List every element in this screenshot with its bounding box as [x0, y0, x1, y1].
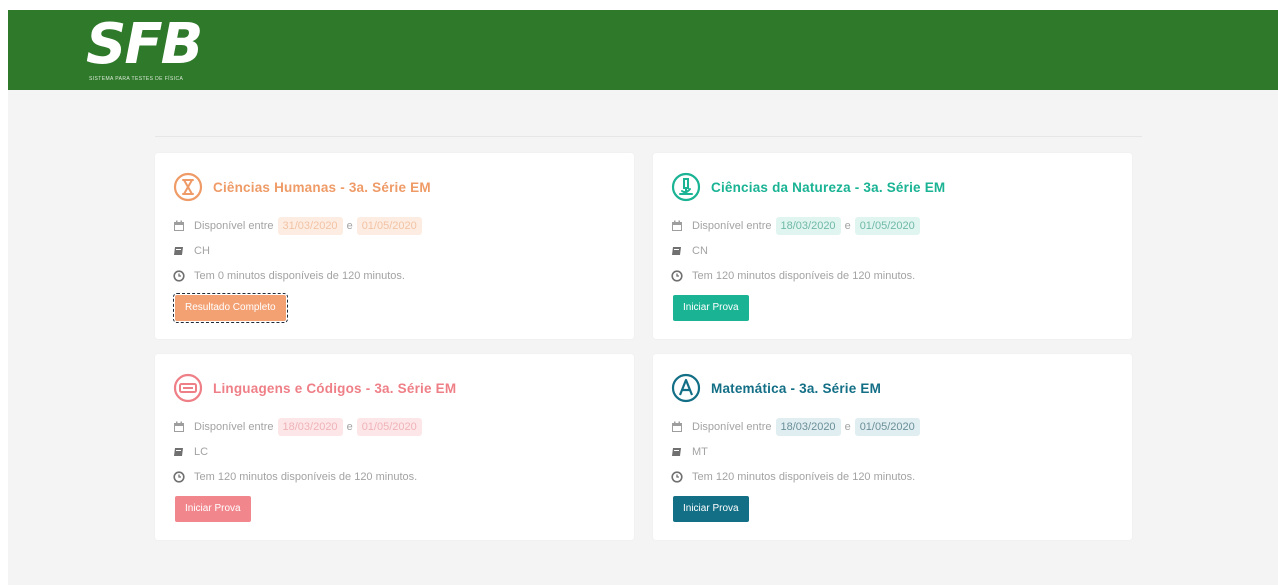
main-content: Ciências Humanas - 3a. Série EM Disponív…	[8, 90, 1278, 585]
start-exam-button[interactable]: Iniciar Prova	[175, 496, 251, 522]
card-header: Ciências Humanas - 3a. Série EM	[173, 171, 431, 203]
logo-tagline: SISTEMA PARA TESTES DE FÍSICA	[89, 76, 184, 82]
divider	[155, 136, 1142, 137]
date-connector: e	[346, 220, 353, 232]
card-title: Matemática - 3a. Série EM	[711, 380, 882, 396]
area-row: CH	[173, 241, 210, 261]
availability-label: Disponível entre	[194, 220, 274, 232]
start-exam-button[interactable]: Iniciar Prova	[673, 496, 749, 522]
card-title: Ciências da Natureza - 3a. Série EM	[711, 179, 946, 195]
time-remaining: Tem 120 minutos disponíveis de 120 minut…	[692, 471, 916, 483]
exam-card-linguagens-codigos: Linguagens e Códigos - 3a. Série EM Disp…	[155, 354, 634, 540]
clock-icon	[671, 270, 683, 282]
availability-label: Disponível entre	[692, 421, 772, 433]
start-date: 18/03/2020	[775, 217, 841, 235]
exam-card-matematica: Matemática - 3a. Série EM Disponível ent…	[653, 354, 1132, 540]
microscope-icon	[671, 172, 701, 202]
time-remaining: Tem 120 minutos disponíveis de 120 minut…	[194, 471, 418, 483]
keyboard-icon	[173, 373, 203, 403]
book-icon	[672, 247, 681, 255]
availability-row: Disponível entre 31/03/2020 e 01/05/2020	[173, 216, 426, 236]
end-date: 01/05/2020	[356, 418, 422, 436]
top-header-bar: SFB SISTEMA PARA TESTES DE FÍSICA	[8, 10, 1278, 90]
time-remaining: Tem 120 minutos disponíveis de 120 minut…	[692, 270, 916, 282]
card-header: Linguagens e Códigos - 3a. Série EM	[173, 372, 456, 404]
calendar-icon	[672, 220, 682, 231]
availability-row: Disponível entre 18/03/2020 e 01/05/2020	[671, 417, 924, 437]
area-code: CH	[194, 245, 210, 257]
card-header: Matemática - 3a. Série EM	[671, 372, 881, 404]
start-date: 31/03/2020	[277, 217, 343, 235]
area-row: CN	[671, 241, 708, 261]
book-icon	[672, 448, 681, 456]
time-remaining: Tem 0 minutos disponíveis de 120 minutos…	[194, 270, 405, 282]
exam-card-ciencias-natureza: Ciências da Natureza - 3a. Série EM Disp…	[653, 153, 1132, 339]
end-date: 01/05/2020	[356, 217, 422, 235]
hourglass-icon	[173, 172, 203, 202]
area-code: CN	[692, 245, 708, 257]
availability-label: Disponível entre	[194, 421, 274, 433]
logo[interactable]: SFB SISTEMA PARA TESTES DE FÍSICA	[86, 12, 246, 86]
calendar-icon	[174, 421, 184, 432]
availability-label: Disponível entre	[692, 220, 772, 232]
date-connector: e	[346, 421, 353, 433]
end-date: 01/05/2020	[854, 418, 920, 436]
card-title: Ciências Humanas - 3a. Série EM	[213, 179, 431, 195]
clock-icon	[173, 471, 185, 483]
card-title: Linguagens e Códigos - 3a. Série EM	[213, 380, 457, 396]
time-row: Tem 120 minutos disponíveis de 120 minut…	[173, 467, 417, 487]
date-connector: e	[844, 421, 851, 433]
availability-row: Disponível entre 18/03/2020 e 01/05/2020	[671, 216, 924, 236]
start-date: 18/03/2020	[277, 418, 343, 436]
area-row: MT	[671, 442, 708, 462]
availability-row: Disponível entre 18/03/2020 e 01/05/2020	[173, 417, 426, 437]
calendar-icon	[174, 220, 184, 231]
logo-text: SFB	[86, 12, 203, 77]
date-connector: e	[844, 220, 851, 232]
start-date: 18/03/2020	[775, 418, 841, 436]
book-icon	[174, 247, 183, 255]
calendar-icon	[672, 421, 682, 432]
card-header: Ciências da Natureza - 3a. Série EM	[671, 171, 945, 203]
area-row: LC	[173, 442, 208, 462]
letter-a-icon	[671, 373, 701, 403]
time-row: Tem 0 minutos disponíveis de 120 minutos…	[173, 266, 405, 286]
exam-card-ciencias-humanas: Ciências Humanas - 3a. Série EM Disponív…	[155, 153, 634, 339]
full-result-button[interactable]: Resultado Completo	[173, 293, 288, 323]
clock-icon	[671, 471, 683, 483]
time-row: Tem 120 minutos disponíveis de 120 minut…	[671, 266, 915, 286]
start-exam-button[interactable]: Iniciar Prova	[673, 295, 749, 321]
book-icon	[174, 448, 183, 456]
end-date: 01/05/2020	[854, 217, 920, 235]
time-row: Tem 120 minutos disponíveis de 120 minut…	[671, 467, 915, 487]
clock-icon	[173, 270, 185, 282]
area-code: MT	[692, 446, 708, 458]
area-code: LC	[194, 446, 209, 458]
